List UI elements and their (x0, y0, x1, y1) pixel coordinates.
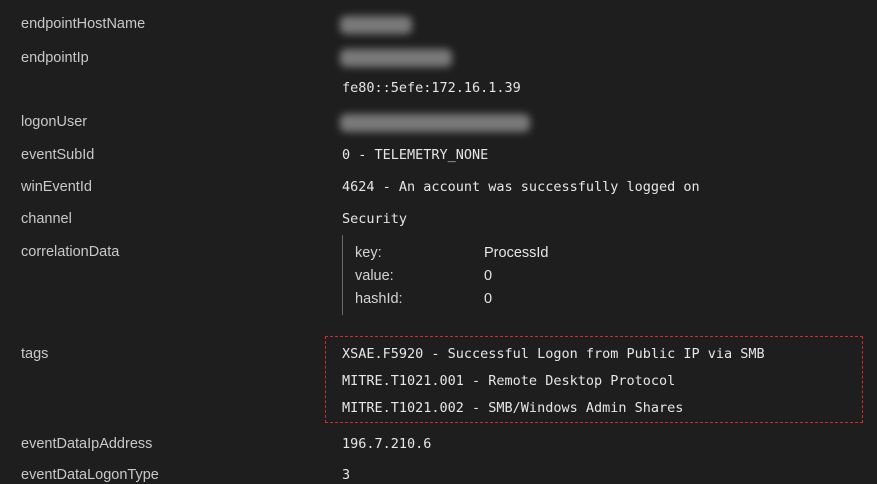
field-key-endpointip: endpointIp (21, 50, 89, 66)
field-key-channel: channel (21, 211, 72, 227)
nested-key-hashid: hashId: (355, 291, 403, 307)
field-key-correlationdata: correlationData (21, 244, 120, 260)
field-value-eventdataipaddress: 196.7.210.6 (342, 436, 432, 452)
tag-item: MITRE.T1021.002 - SMB/Windows Admin Shar… (342, 400, 684, 416)
tag-item: MITRE.T1021.001 - Remote Desktop Protoco… (342, 373, 676, 389)
field-key-eventdatalogontype: eventDataLogonType (21, 467, 159, 483)
field-key-eventdataipaddress: eventDataIpAddress (21, 436, 153, 452)
field-value-eventdatalogontype: 3 (342, 467, 351, 483)
redacted-logon-user (340, 114, 530, 132)
redacted-ip (340, 49, 452, 67)
correlation-data-object: key: ProcessId value: 0 hashId: 0 (342, 235, 548, 315)
nested-value-key: ProcessId (484, 245, 549, 261)
field-value-eventsubid: 0 - TELEMETRY_NONE (342, 147, 489, 163)
tag-item: XSAE.F5920 - Successful Logon from Publi… (342, 346, 765, 362)
nested-key-value: value: (355, 268, 394, 284)
field-value-endpointip-ipv6: fe80::5efe:172.16.1.39 (342, 80, 521, 96)
field-key-tags: tags (21, 346, 49, 362)
nested-value-hashid: 0 (484, 291, 493, 307)
field-key-wineventid: winEventId (21, 179, 92, 195)
nested-value-value: 0 (484, 268, 493, 284)
field-value-wineventid: 4624 - An account was successfully logge… (342, 179, 700, 195)
field-key-endpointhostname: endpointHostName (21, 16, 146, 32)
redacted-hostname (340, 16, 412, 34)
nested-key-key: key: (355, 245, 382, 261)
field-key-eventsubid: eventSubId (21, 147, 95, 163)
field-key-logonuser: logonUser (21, 114, 88, 130)
field-value-channel: Security (342, 211, 408, 227)
